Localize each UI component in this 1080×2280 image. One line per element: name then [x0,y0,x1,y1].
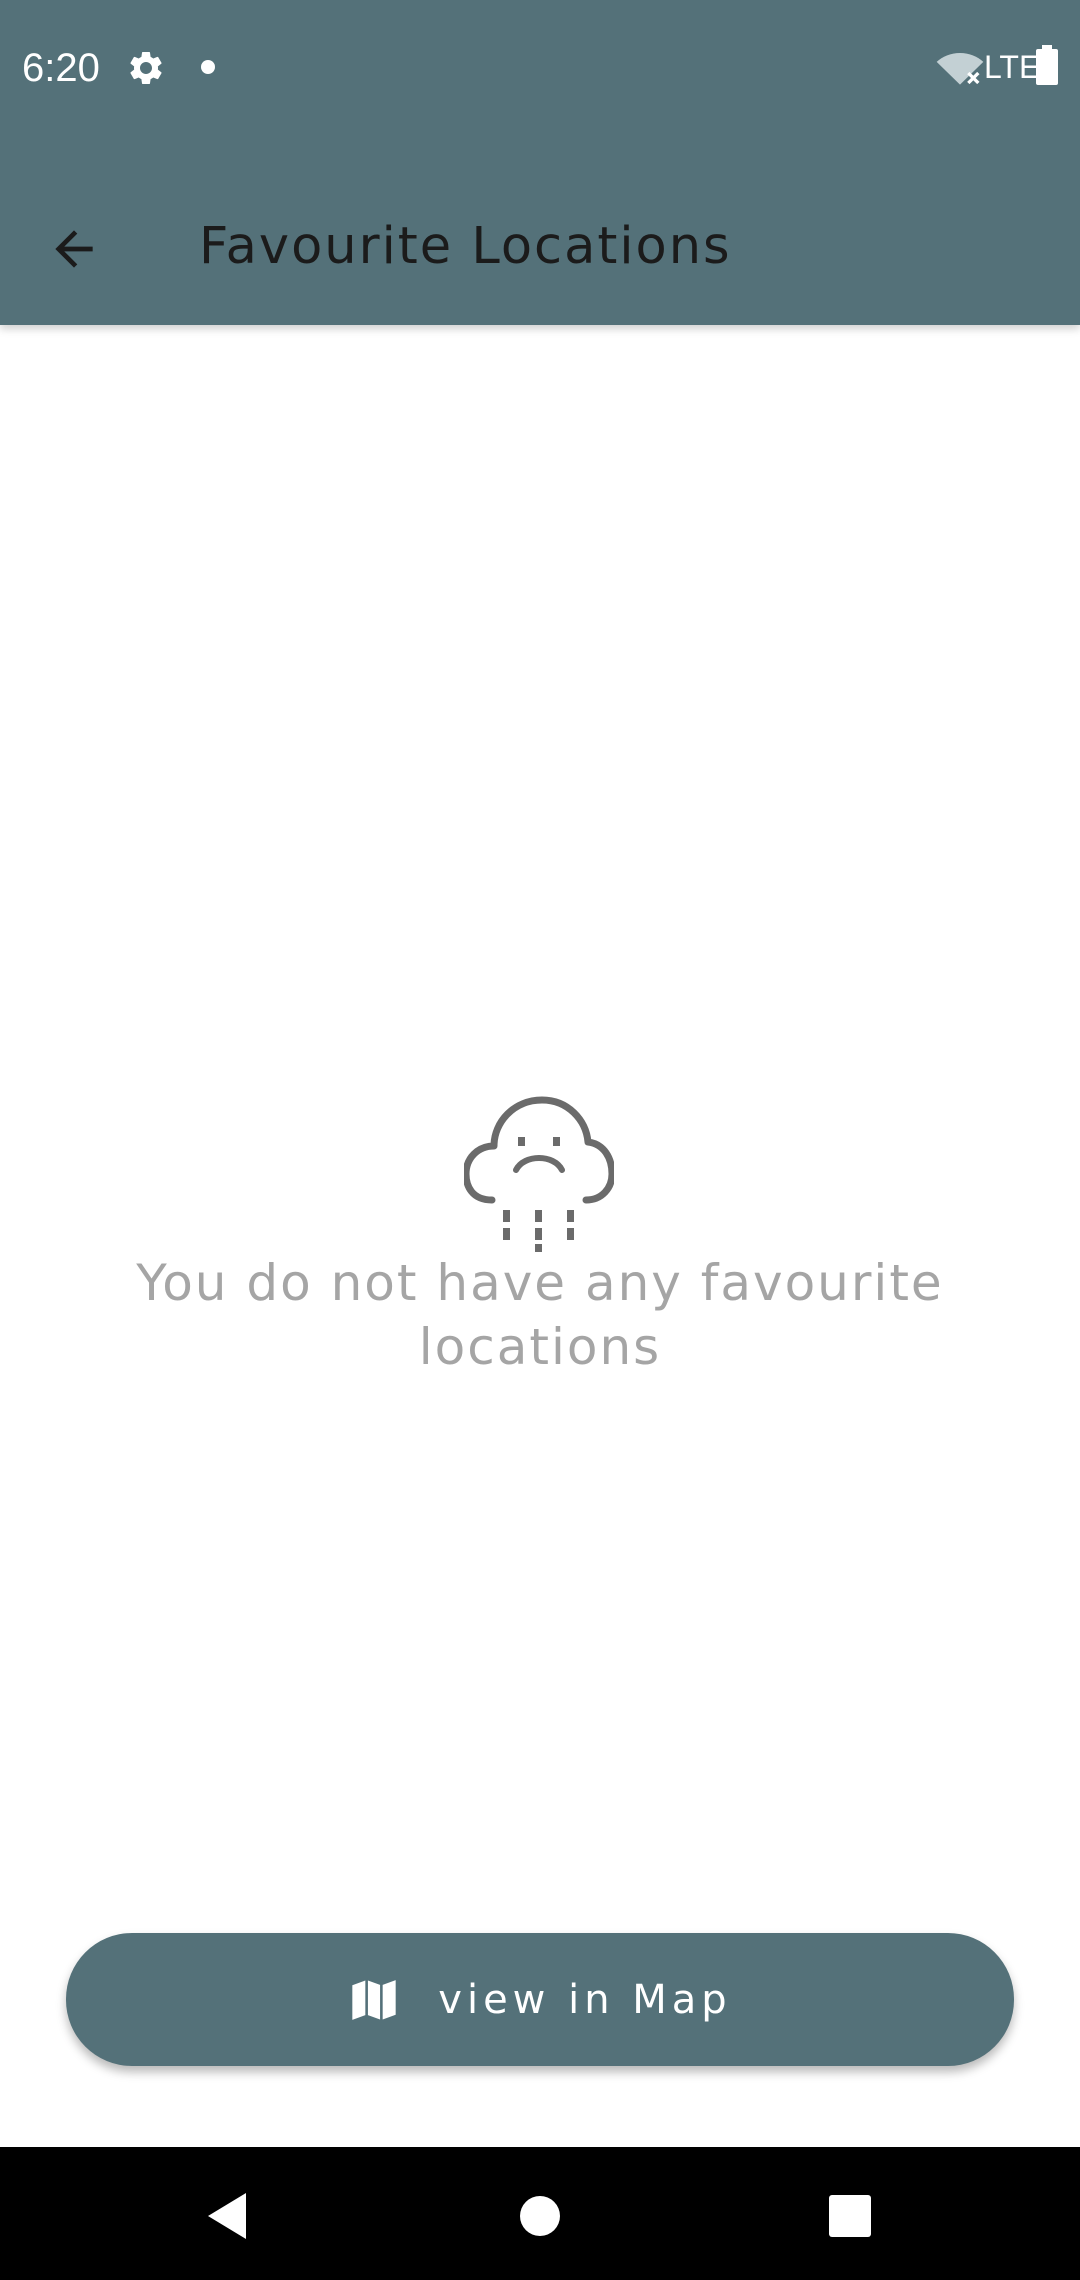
arrow-back-icon [55,230,93,268]
nav-back-button[interactable] [196,2186,256,2246]
status-bar: 6:20 LTE [0,0,1080,135]
gear-icon [130,51,162,84]
nav-recents-button[interactable] [820,2186,880,2246]
nav-home-button[interactable] [510,2186,570,2246]
view-in-map-label: view in Map [438,1976,732,2023]
map-icon [352,1979,396,2020]
notification-dot-icon [201,60,215,74]
status-time: 6:20 [22,46,100,90]
home-circle-icon [520,2196,560,2236]
view-in-map-button[interactable]: view in Map [66,1933,1014,2066]
back-button[interactable] [36,211,112,287]
recents-square-icon [829,2195,871,2237]
network-label: LTE [984,49,1041,85]
wifi-off-icon [936,53,984,85]
back-triangle-icon [208,2193,246,2239]
battery-icon [1036,45,1058,85]
empty-state-message: You do not have any favourite locations [136,1254,944,1376]
page-title: Favourite Locations [199,217,732,276]
sad-cloud-icon [464,1096,614,1252]
app-header: 6:20 LTE Favourite Locations [0,0,1080,325]
